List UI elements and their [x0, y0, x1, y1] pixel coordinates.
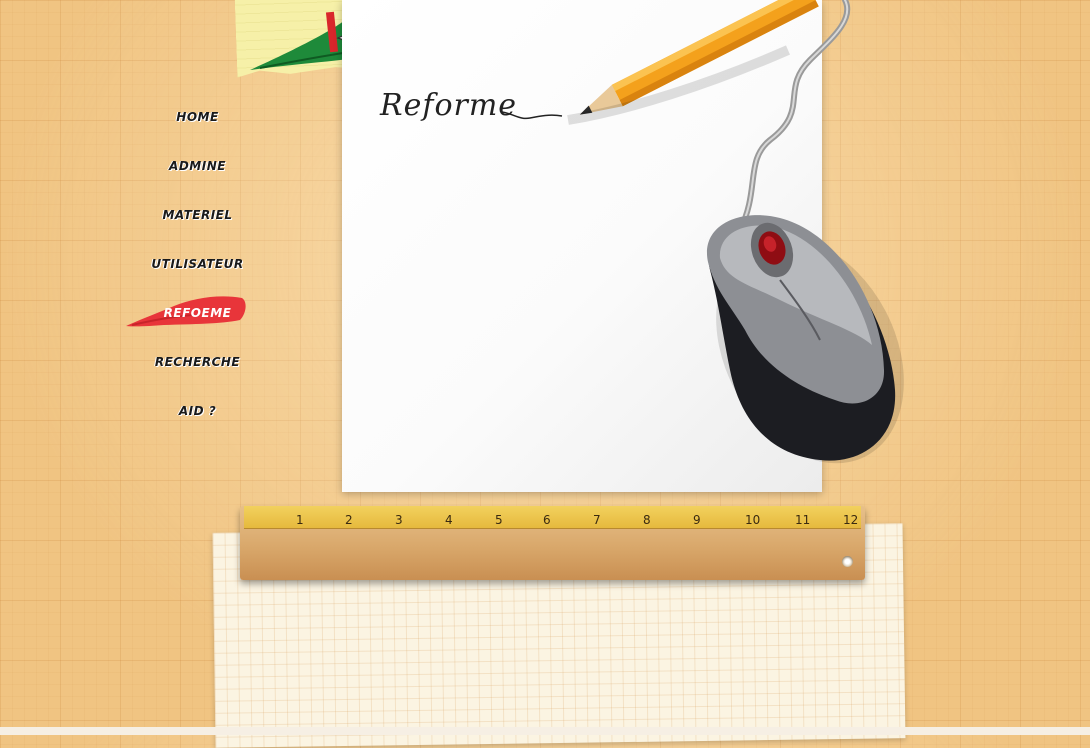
nav-item-materiel[interactable]: MATERIEL: [110, 190, 285, 239]
ruler-number: 8: [643, 513, 651, 527]
nav-item-refoeme[interactable]: REFOEME: [110, 288, 285, 337]
ruler-number: 2: [345, 513, 353, 527]
ruler-number: 5: [495, 513, 503, 527]
ruler-number: 9: [693, 513, 701, 527]
page-bottom-strip: [0, 727, 1090, 735]
main-navigation: HOME ADMINE MATERIEL UTILISATEUR REFOEME…: [110, 92, 285, 435]
ruler-hole: [842, 556, 853, 567]
nav-item-label: ADMINE: [169, 158, 226, 173]
ruler-number: 7: [593, 513, 601, 527]
ruler-number: 4: [445, 513, 453, 527]
nav-item-recherche[interactable]: RECHERCHE: [110, 337, 285, 386]
page-title: Reforme: [380, 88, 518, 123]
ruler-number: 1: [296, 513, 304, 527]
nav-item-aid[interactable]: AID ?: [110, 386, 285, 435]
ruler-number: 10: [745, 513, 761, 527]
nav-item-label: RECHERCHE: [154, 354, 241, 369]
nav-item-label: MATERIEL: [162, 207, 233, 222]
computer-mouse-icon: [706, 0, 904, 464]
nav-item-label: HOME: [176, 109, 219, 124]
nav-item-label: AID ?: [178, 403, 217, 418]
nav-item-utilisateur[interactable]: UTILISATEUR: [110, 239, 285, 288]
ruler-number: 3: [395, 513, 403, 527]
nav-item-label: UTILISATEUR: [151, 256, 244, 271]
nav-item-home[interactable]: HOME: [110, 92, 285, 141]
nav-item-admine[interactable]: ADMINE: [110, 141, 285, 190]
ruler-scale: [244, 506, 861, 529]
ruler-number: 6: [543, 513, 551, 527]
ruler-icon: 1 2 3 4 5 6 7 8 9 10 11 12: [240, 506, 865, 580]
ruler-number: 11: [795, 513, 811, 527]
ruler-number: 12: [843, 513, 859, 527]
nav-item-label: REFOEME: [163, 305, 232, 320]
